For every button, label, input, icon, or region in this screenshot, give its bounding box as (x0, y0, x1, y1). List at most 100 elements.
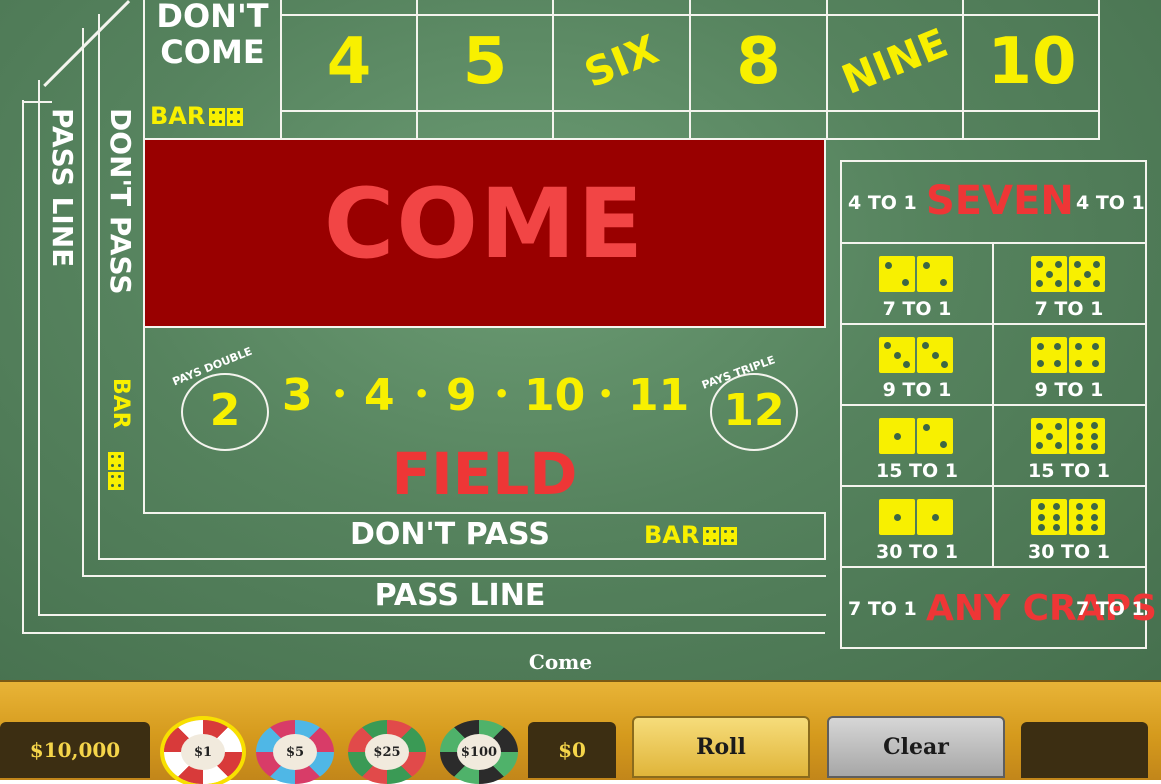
dice-pair-icon (879, 337, 953, 373)
rail-line (22, 100, 24, 633)
seven-label: SEVEN (926, 178, 1074, 224)
die-face-2-icon (879, 256, 915, 292)
die-face-1-icon (879, 499, 915, 535)
seven-left-odds: 4 TO 1 (848, 192, 917, 214)
die-face-6-icon (1069, 418, 1105, 454)
hardway-odds: 15 TO 1 (1027, 460, 1110, 482)
chip-25-button[interactable]: $25 (348, 720, 426, 784)
clear-button[interactable]: Clear (827, 716, 1005, 778)
rail-line (82, 28, 84, 576)
field-label: FIELD (391, 440, 578, 508)
die-face-4-icon (1031, 337, 1067, 373)
hardway-bet[interactable]: 30 TO 1 (994, 487, 1144, 567)
dice-pair-icon (1031, 256, 1105, 292)
die-face-1-icon (917, 499, 953, 535)
point-box-8[interactable]: 8 (691, 16, 826, 108)
hardway-bet[interactable]: 7 TO 1 (842, 244, 992, 324)
chip-1-button[interactable]: $1 (164, 720, 242, 784)
dont-pass-bar: BAR (644, 521, 738, 549)
bar-dice-icon (209, 108, 244, 126)
seven-bet[interactable]: 4 TO 1 SEVEN 4 TO 1 (840, 162, 1146, 242)
any-craps-bet[interactable]: 7 TO 1 ANY CRAPS 7 TO 1 (840, 568, 1157, 648)
come-label: COME (323, 168, 646, 280)
pass-line-side-label: PASS LINE (46, 108, 79, 268)
hardway-bet[interactable]: 9 TO 1 (994, 325, 1144, 405)
hardway-odds: 30 TO 1 (875, 541, 958, 563)
balance-display: $10,000 (0, 722, 150, 778)
hardway-odds: 15 TO 1 (875, 460, 958, 482)
dice-pair-icon (1031, 418, 1105, 454)
field-number-10: 10 (524, 370, 586, 421)
craps-table: PASS LINE PASS LINE DON'T PASS BAR DON'T… (0, 0, 1161, 680)
dice-pair-icon (879, 499, 953, 535)
dont-come-bar: BAR (150, 102, 244, 130)
dont-pass-side-label: DON'T PASS (104, 108, 137, 295)
hardway-odds: 7 TO 1 (882, 298, 952, 320)
field-triple-number: 12 (723, 385, 785, 436)
rail-line (43, 0, 131, 87)
field-number-3: 3 (282, 370, 313, 421)
hardway-bet[interactable]: 7 TO 1 (994, 244, 1144, 324)
seven-right-odds: 4 TO 1 (1076, 192, 1145, 214)
point-box-5[interactable]: 5 (418, 16, 552, 108)
die-face-2-icon (917, 256, 953, 292)
die-face-6-icon (1069, 499, 1105, 535)
hardway-bet[interactable]: 15 TO 1 (994, 406, 1144, 486)
dont-come-line2: COME (160, 33, 265, 71)
dont-pass-label: DON'T PASS (350, 517, 550, 552)
dice-pair-icon (879, 418, 953, 454)
die-face-5-icon (1031, 418, 1067, 454)
dice-pair-icon (1031, 337, 1105, 373)
bet-total-display: $0 (528, 722, 616, 778)
hardway-bet[interactable]: 15 TO 1 (842, 406, 992, 486)
roll-button[interactable]: Roll (632, 716, 810, 778)
rail-line (98, 14, 100, 559)
field-separator: • (414, 380, 430, 408)
field-number-4: 4 (364, 370, 395, 421)
die-face-4-icon (1069, 337, 1105, 373)
status-message: Come (528, 650, 593, 674)
bar-label: BAR (644, 521, 700, 549)
chip-5-button[interactable]: $5 (256, 720, 334, 784)
bar-dice-icon (108, 452, 124, 490)
field-separator: • (598, 380, 614, 408)
dont-pass-side-bar: BAR (108, 378, 133, 429)
die-face-1-icon (879, 418, 915, 454)
die-face-5-icon (1031, 256, 1067, 292)
hardway-bet[interactable]: 30 TO 1 (842, 487, 992, 567)
any-craps-left-odds: 7 TO 1 (848, 598, 917, 620)
hardway-bet[interactable]: 9 TO 1 (842, 325, 992, 405)
die-face-5-icon (1069, 256, 1105, 292)
field-separator: • (494, 380, 510, 408)
point-box-4[interactable]: 4 (282, 16, 416, 108)
bar-label: BAR (108, 378, 133, 429)
pass-line-label: PASS LINE (374, 578, 546, 613)
any-craps-right-odds: 7 TO 1 (1076, 598, 1145, 620)
rail-line (82, 575, 826, 577)
die-face-3-icon (879, 337, 915, 373)
hardway-odds: 9 TO 1 (1034, 379, 1104, 401)
field-separator: • (332, 380, 348, 408)
bar-dice-icon (703, 527, 738, 545)
point-box-10[interactable]: 10 (964, 16, 1100, 108)
die-face-6-icon (1031, 499, 1067, 535)
dont-come-line1: DON'T (156, 0, 269, 35)
die-face-3-icon (917, 337, 953, 373)
field-double-number: 2 (209, 385, 241, 436)
chip-label: $25 (365, 734, 409, 770)
bar-label: BAR (150, 102, 206, 130)
chip-100-button[interactable]: $100 (440, 720, 518, 784)
dice-pair-icon (1031, 499, 1105, 535)
field-number-9: 9 (446, 370, 477, 421)
field-number-11: 11 (628, 370, 690, 421)
die-face-2-icon (917, 418, 953, 454)
chip-label: $1 (181, 734, 225, 770)
hardway-odds: 30 TO 1 (1027, 541, 1110, 563)
dice-pair-icon (879, 256, 953, 292)
chip-label: $100 (457, 734, 501, 770)
hardway-odds: 9 TO 1 (882, 379, 952, 401)
extra-panel (1021, 722, 1148, 778)
dont-come-label: DON'T COME (143, 0, 282, 70)
hardway-odds: 7 TO 1 (1034, 298, 1104, 320)
rail-line (22, 632, 825, 634)
